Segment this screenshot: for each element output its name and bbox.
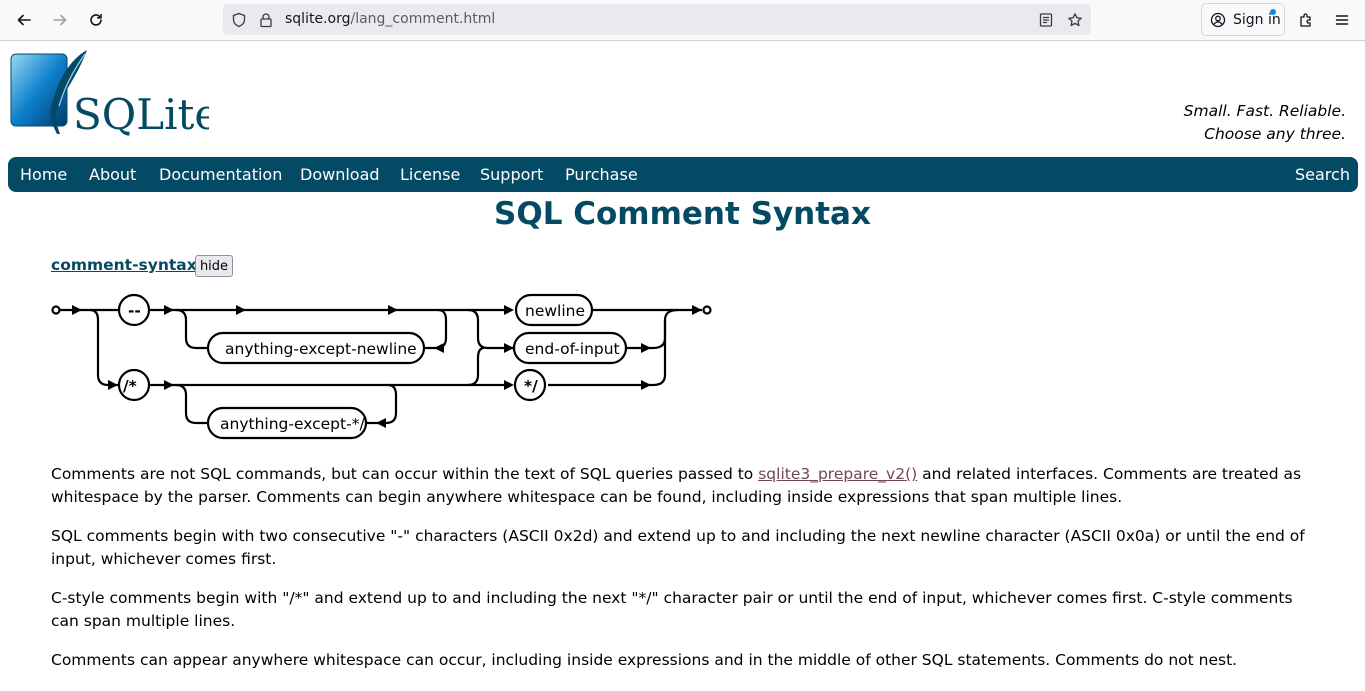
url-text[interactable]: sqlite.org/lang_comment.html — [285, 11, 495, 27]
extensions-button[interactable] — [1293, 8, 1319, 32]
menu-item-support[interactable]: Support — [480, 165, 543, 184]
notification-dot — [1270, 9, 1276, 15]
forward-button[interactable] — [47, 8, 73, 32]
tagline-line-2: Choose any three. — [1204, 125, 1346, 143]
browser-toolbar: sqlite.org/lang_comment.html Sign in — [0, 0, 1365, 41]
url-path: /lang_comment.html — [350, 11, 496, 27]
paragraph-1-before: Comments are not SQL commands, but can o… — [51, 465, 759, 483]
diagram-anything-except-newline: anything-except-newline — [225, 340, 417, 358]
comment-syntax-diagram: -- /* */ anything-except-newline newline… — [51, 293, 712, 440]
back-button[interactable] — [11, 8, 37, 32]
paragraph-3: C-style comments begin with "/*" and ext… — [51, 589, 1293, 630]
reload-button[interactable] — [83, 8, 109, 32]
back-icon — [17, 14, 31, 26]
menu-item-purchase[interactable]: Purchase — [565, 165, 638, 184]
menu-item-about[interactable]: About — [89, 165, 136, 184]
sign-in-button[interactable]: Sign in — [1201, 3, 1285, 36]
reload-icon — [90, 13, 102, 26]
diagram-slash-star: /* — [123, 377, 137, 395]
tagline: Small. Fast. Reliable. Choose any three. — [1184, 100, 1346, 146]
diagram-anything-except-star-slash: anything-except-*/ — [220, 415, 365, 433]
url-domain: sqlite.org — [285, 11, 351, 27]
app-menu-button[interactable] — [1329, 8, 1355, 32]
forward-icon — [53, 14, 67, 26]
hide-button[interactable]: hide — [195, 255, 233, 277]
paragraph-4: Comments can appear anywhere whitespace … — [51, 651, 1238, 669]
menu-item-documentation[interactable]: Documentation — [159, 165, 282, 184]
account-icon — [1210, 12, 1226, 27]
menu-item-license[interactable]: License — [400, 165, 460, 184]
bookmark-star-icon[interactable] — [1066, 11, 1083, 28]
menu-item-download[interactable]: Download — [300, 165, 380, 184]
menu-item-home[interactable]: Home — [20, 165, 67, 184]
diagram-end-of-input: end-of-input — [525, 340, 620, 358]
reader-view-icon[interactable] — [1037, 11, 1054, 28]
address-bar[interactable]: sqlite.org/lang_comment.html — [223, 4, 1091, 35]
sqlite3-prepare-v2-link[interactable]: sqlite3_prepare_v2() — [758, 465, 917, 483]
paragraph-1: Comments are not SQL commands, but can o… — [51, 463, 1316, 509]
paragraph-2: SQL comments begin with two consecutive … — [51, 527, 1305, 568]
menu-icon — [1335, 15, 1349, 25]
logo-text: SQLite — [73, 90, 209, 138]
diagram-dash-dash: -- — [128, 302, 141, 320]
diagram-star-slash: */ — [524, 377, 538, 395]
shield-icon[interactable] — [230, 11, 247, 28]
page-title: SQL Comment Syntax — [494, 196, 871, 232]
tagline-line-1: Small. Fast. Reliable. — [1183, 102, 1346, 120]
menu-item-search[interactable]: Search — [1295, 165, 1350, 184]
sqlite-feather-logo-icon: SQLite — [10, 50, 219, 139]
lock-icon[interactable] — [257, 11, 274, 28]
main-menu-bar: Home About Documentation Download Licens… — [8, 157, 1358, 192]
sqlite-logo[interactable]: SQLite — [9, 48, 219, 139]
diagram-newline: newline — [525, 302, 585, 320]
extensions-icon — [1300, 13, 1311, 27]
comment-syntax-link[interactable]: comment-syntax: — [51, 256, 203, 274]
